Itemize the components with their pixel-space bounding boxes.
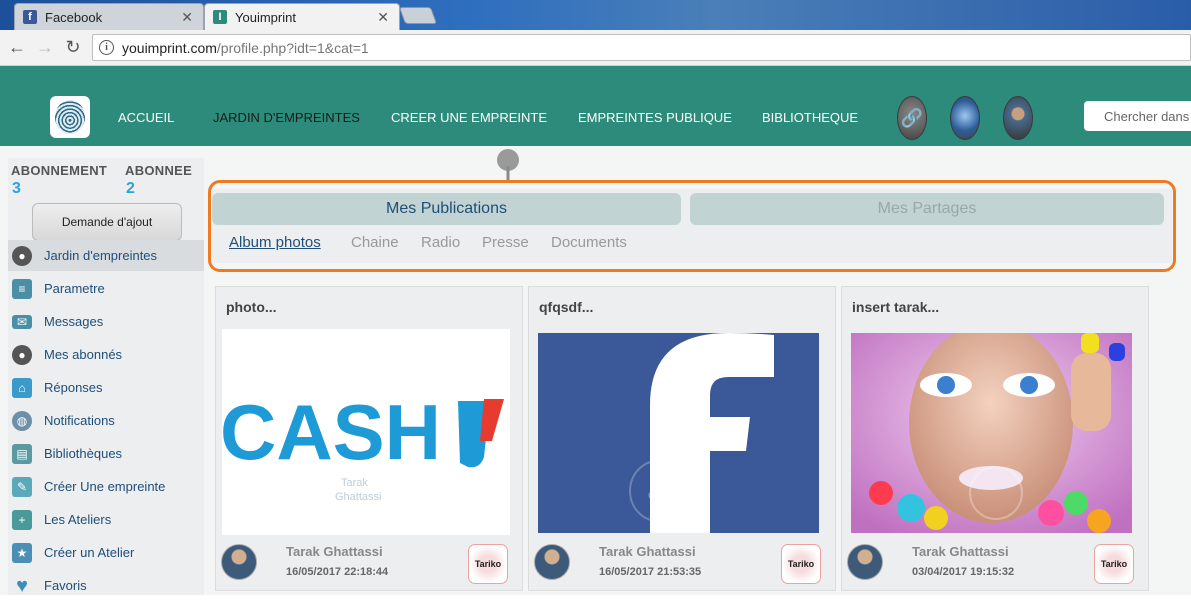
url-host: youimprint.com: [122, 39, 217, 56]
nav-publique[interactable]: EMPREINTES PUBLIQUE: [578, 110, 732, 125]
woman-portrait: [851, 333, 1132, 533]
new-tab-button[interactable]: [398, 7, 438, 24]
sidebar-item-bibliotheques[interactable]: ▤ Bibliothèques: [8, 438, 204, 469]
sidebar-item-label: Favoris: [44, 578, 87, 593]
nav-creer[interactable]: CREER UNE EMPREINTE: [391, 110, 547, 125]
sidebar-item-label: Jardin d'empreintes: [44, 248, 158, 263]
globe-icon: ◍: [12, 411, 32, 431]
publication-card[interactable]: photo... CASH Tarak Ghattassi Tarak Ghat…: [215, 286, 523, 591]
publication-card[interactable]: qfqsdf... Tarak Ghattassi Tarak Ghattass…: [528, 286, 836, 591]
sidebar-item-jardin[interactable]: ● Jardin d'empreintes: [8, 240, 204, 271]
sidebar-item-parametre[interactable]: ≡ Parametre: [8, 273, 204, 304]
plus-icon: +: [12, 510, 32, 530]
avatar[interactable]: [847, 544, 883, 580]
sidebar-item-label: Notifications: [44, 413, 115, 428]
settings-icon: ≡: [12, 279, 32, 299]
sidebar-item-messages[interactable]: ✉ Messages: [8, 306, 204, 337]
svg-text:Tarak: Tarak: [341, 477, 368, 489]
browser-tab-facebook[interactable]: f Facebook ✕: [14, 3, 204, 30]
fingerprint-icon: [55, 100, 85, 134]
card-date: 16/05/2017 22:18:44: [286, 566, 389, 578]
card-image-portrait[interactable]: [851, 333, 1132, 533]
card-image-cash[interactable]: CASH Tarak Ghattassi: [222, 329, 510, 535]
sidebar-item-favoris[interactable]: ♥ Favoris: [8, 570, 204, 601]
forward-icon[interactable]: →: [34, 37, 56, 58]
publication-card[interactable]: insert tarak... Tarak Ghattassi 03/04/20…: [841, 286, 1149, 591]
abonnee-label: ABONNEE: [125, 163, 193, 178]
svg-text:Ghattassi: Ghattassi: [335, 491, 381, 503]
close-icon[interactable]: ✕: [377, 9, 389, 26]
facebook-logo: Tarak Ghattassi: [538, 333, 819, 533]
card-date: 03/04/2017 19:15:32: [912, 566, 1015, 578]
heart-icon: ♥: [16, 574, 28, 597]
site-logo[interactable]: [50, 96, 90, 138]
globe-icon[interactable]: [950, 96, 980, 140]
sidebar-item-creer-atelier[interactable]: ★ Créer un Atelier: [8, 537, 204, 568]
sidebar-item-label: Parametre: [44, 281, 105, 296]
card-author[interactable]: Tarak Ghattassi: [286, 544, 383, 559]
cash-logo-text: CASH: [222, 388, 441, 476]
svg-text:Ghattassi: Ghattassi: [648, 490, 694, 502]
star-icon: ★: [12, 543, 32, 563]
sidebar-item-label: Messages: [44, 314, 104, 329]
info-icon[interactable]: i: [99, 40, 114, 55]
sidebar-item-reponses[interactable]: ⌂ Réponses: [8, 372, 204, 403]
sidebar: ABONNEMENT ABONNEE 3 2 Demande d'ajout ●…: [8, 158, 204, 597]
home-icon: ⌂: [12, 378, 32, 398]
browser-tab-youimprint[interactable]: I Youimprint ✕: [204, 3, 400, 30]
card-title[interactable]: photo...: [226, 299, 277, 315]
sidebar-item-label: Les Ateliers: [44, 512, 112, 527]
site-header: ACCUEIL JARDIN D'EMPREINTES CREER UNE EM…: [0, 66, 1191, 146]
sidebar-item-creer-empreinte[interactable]: ✎ Créer Une empreinte: [8, 471, 204, 502]
avatar[interactable]: [534, 544, 570, 580]
nav-accueil[interactable]: ACCUEIL: [118, 110, 174, 125]
card-author[interactable]: Tarak Ghattassi: [912, 544, 1009, 559]
highlight-annotation: [208, 180, 1176, 272]
card-title[interactable]: qfqsdf...: [539, 299, 593, 315]
fingerprint-stamp[interactable]: Tariko: [468, 544, 508, 584]
sidebar-item-ateliers[interactable]: + Les Ateliers: [8, 504, 204, 535]
browser-tab-strip: f Facebook ✕ I Youimprint ✕: [0, 0, 1191, 30]
sidebar-item-label: Créer un Atelier: [44, 545, 135, 560]
card-title[interactable]: insert tarak...: [852, 299, 939, 315]
svg-text:Tarak: Tarak: [654, 476, 681, 488]
link-icon[interactable]: 🔗: [897, 96, 927, 140]
cash-logo: CASH Tarak Ghattassi: [222, 329, 510, 535]
library-icon: ▤: [12, 444, 32, 464]
facebook-icon: f: [23, 10, 37, 24]
url-path: /profile.php?idt=1&cat=1: [216, 39, 369, 56]
sidebar-item-notifications[interactable]: ◍ Notifications: [8, 405, 204, 436]
close-icon[interactable]: ✕: [181, 9, 193, 26]
card-date: 16/05/2017 21:53:35: [599, 566, 702, 578]
create-icon: ✎: [12, 477, 32, 497]
address-bar[interactable]: i youimprint.com/profile.php?idt=1&cat=1: [92, 34, 1191, 61]
card-author[interactable]: Tarak Ghattassi: [599, 544, 696, 559]
avatar[interactable]: [221, 544, 257, 580]
users-icon: ●: [12, 345, 32, 365]
envelope-icon: ✉: [12, 315, 32, 329]
search-input[interactable]: Chercher dans: [1084, 101, 1191, 131]
browser-tab-title: Youimprint: [235, 9, 296, 25]
abonnee-count[interactable]: 2: [126, 180, 135, 198]
sidebar-item-label: Mes abonnés: [44, 347, 123, 362]
reload-icon[interactable]: ↻: [62, 37, 84, 58]
sidebar-item-label: Créer Une empreinte: [44, 479, 166, 494]
back-icon[interactable]: ←: [6, 37, 28, 58]
fingerprint-stamp[interactable]: Tariko: [1094, 544, 1134, 584]
add-request-button[interactable]: Demande d'ajout: [32, 203, 182, 241]
sidebar-item-label: Réponses: [44, 380, 103, 395]
abonnement-label: ABONNEMENT: [11, 163, 108, 178]
youimprint-icon: I: [213, 10, 227, 24]
nav-jardin[interactable]: JARDIN D'EMPREINTES: [213, 110, 360, 125]
profile-avatar-icon[interactable]: [1003, 96, 1033, 140]
sidebar-item-abonnes[interactable]: ● Mes abonnés: [8, 339, 204, 370]
abonnement-count[interactable]: 3: [12, 180, 21, 198]
browser-toolbar: ← → ↻ i youimprint.com/profile.php?idt=1…: [0, 30, 1191, 66]
nav-bibliotheque[interactable]: BIBLIOTHEQUE: [762, 110, 858, 125]
fingerprint-stamp[interactable]: Tariko: [781, 544, 821, 584]
browser-tab-title: Facebook: [45, 9, 103, 25]
user-icon: ●: [12, 246, 32, 266]
card-image-facebook[interactable]: Tarak Ghattassi: [538, 333, 819, 533]
sidebar-item-label: Bibliothèques: [44, 446, 123, 461]
